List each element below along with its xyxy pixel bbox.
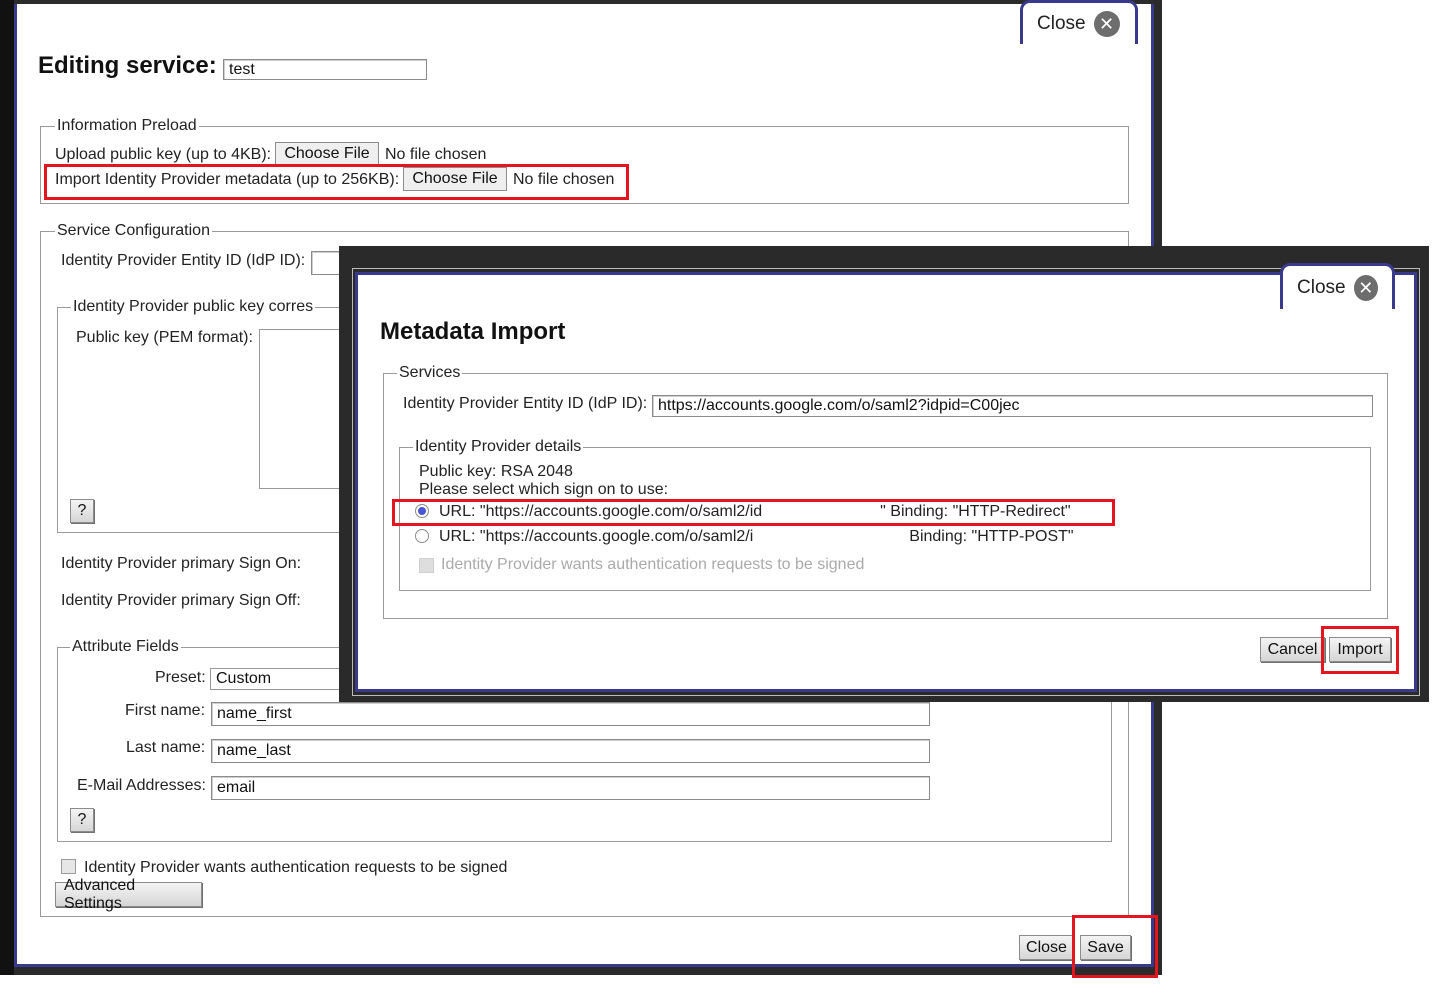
cancel-button[interactable]: Cancel (1260, 637, 1325, 662)
sign-requests-label: Identity Provider wants authentication r… (84, 859, 508, 876)
import-sign-requests-checkbox[interactable] (419, 558, 434, 573)
import-entity-label: Identity Provider Entity ID (IdP ID): (403, 395, 648, 412)
email-input[interactable] (211, 776, 930, 800)
import-close-tab-label: Close (1297, 276, 1346, 298)
idp-entity-label: Identity Provider Entity ID (IdP ID): (61, 252, 306, 269)
import-entity-input[interactable] (652, 395, 1373, 417)
sign-off-label: Identity Provider primary Sign Off: (61, 592, 301, 609)
close-tab[interactable]: Close ✕ (1020, 0, 1138, 44)
first-name-input[interactable] (211, 702, 930, 726)
import-sign-requests-label: Identity Provider wants authentication r… (441, 556, 865, 573)
upload-key-label: Upload public key (up to 4KB): (55, 146, 272, 163)
sign-on-option-post[interactable]: URL: "https://accounts.google.com/o/saml… (439, 528, 1074, 546)
background-strip (0, 0, 14, 975)
sign-on-radio-post[interactable] (415, 529, 429, 543)
option-url: URL: "https://accounts.google.com/o/saml… (439, 528, 754, 545)
choose-file-button[interactable]: Choose File (275, 142, 379, 166)
attribute-fields-legend: Attribute Fields (70, 638, 181, 656)
select-prompt: Please select which sign on to use: (419, 481, 669, 498)
close-icon[interactable]: ✕ (1353, 274, 1378, 301)
email-label: E-Mail Addresses: (77, 777, 206, 794)
highlight-import-metadata (44, 164, 629, 200)
idp-details-legend: Identity Provider details (413, 438, 584, 456)
footer-close-button[interactable]: Close (1019, 935, 1074, 960)
close-icon[interactable]: ✕ (1093, 10, 1120, 37)
sign-on-label: Identity Provider primary Sign On: (61, 555, 302, 572)
no-file-text: No file chosen (385, 146, 487, 163)
preset-select[interactable]: Custom (210, 668, 350, 690)
sign-requests-checkbox[interactable] (61, 859, 76, 874)
preset-label: Preset: (155, 669, 206, 686)
pubkey-label: Public key (PEM format): (76, 329, 253, 346)
highlight-save (1072, 915, 1158, 978)
pubkey-textarea[interactable] (259, 329, 349, 489)
preset-value: Custom (216, 670, 272, 687)
last-name-input[interactable] (211, 739, 930, 763)
attributes-help-button[interactable]: ? (70, 808, 94, 832)
last-name-label: Last name: (126, 739, 206, 756)
pubkey-help-button[interactable]: ? (70, 499, 94, 523)
service-name-input[interactable] (223, 59, 427, 80)
advanced-settings-button[interactable]: Advanced Settings (55, 877, 202, 912)
highlight-redirect-option (392, 499, 1115, 526)
services-legend: Services (397, 364, 463, 382)
close-tab-label: Close (1037, 12, 1086, 34)
info-preload-legend: Information Preload (55, 117, 199, 135)
public-key-text: Public key: RSA 2048 (419, 463, 573, 480)
option-binding: Binding: "HTTP-POST" (909, 528, 1074, 545)
service-config-legend: Service Configuration (55, 222, 212, 240)
import-title: Metadata Import (380, 318, 566, 345)
first-name-label: First name: (125, 702, 206, 719)
page-title: Editing service: (38, 52, 217, 79)
import-close-tab[interactable]: Close ✕ (1280, 263, 1395, 309)
idp-pubkey-legend: Identity Provider public key corres (71, 298, 316, 316)
highlight-import (1321, 626, 1399, 674)
